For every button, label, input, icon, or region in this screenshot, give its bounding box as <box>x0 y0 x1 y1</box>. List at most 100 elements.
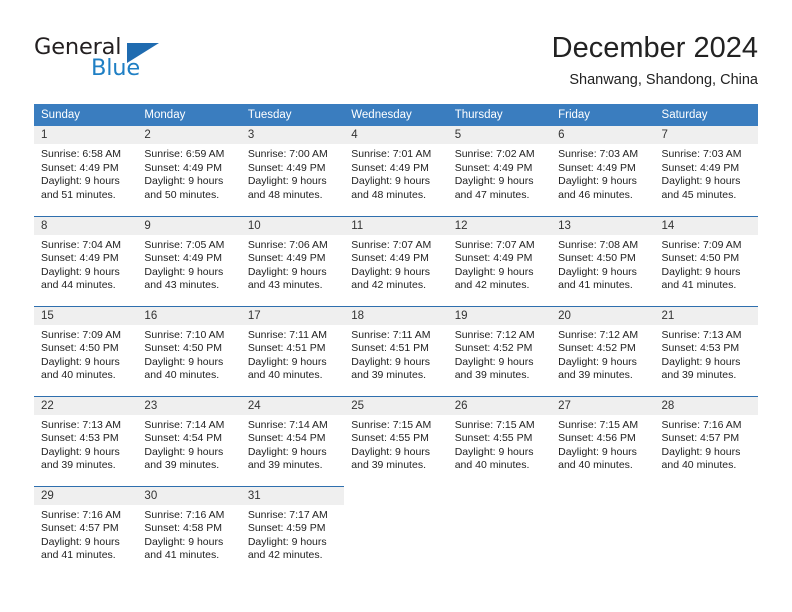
day-sun-info: Sunrise: 7:02 AM Sunset: 4:49 PM Daylight:… <box>448 144 551 202</box>
day-sunset-text: Sunset: 4:49 PM <box>247 252 326 265</box>
calendar-day-cell[interactable]: 21 Sunrise: 7:13 AM Sunset: 4:53 PM Dayligh… <box>654 305 758 396</box>
calendar-day-cell-empty <box>344 486 447 576</box>
day-number: 31 <box>240 486 345 505</box>
day-number: 20 <box>551 306 655 325</box>
day-sunrise-text: Sunrise: 7:03 AM <box>558 148 639 160</box>
calendar-day-cell[interactable]: 1 Sunrise: 6:58 AM Sunset: 4:49 PM Daylight… <box>34 126 138 216</box>
day-daylight-line1-text: Daylight: 9 hours <box>558 445 637 458</box>
calendar-day-cell[interactable]: 9 Sunrise: 7:05 AM Sunset: 4:49 PM Daylight… <box>137 215 241 306</box>
calendar-day-cell[interactable]: 3 Sunrise: 7:00 AM Sunset: 4:49 PM Daylight… <box>240 126 345 216</box>
weekday-header-saturday: Saturday <box>654 104 758 126</box>
day-sunrise-text: Sunrise: 7:15 AM <box>454 418 535 431</box>
day-sunset-text: Sunset: 4:49 PM <box>454 252 533 265</box>
day-sunrise-text: Sunrise: 7:04 AM <box>41 238 121 251</box>
calendar-day-cell[interactable]: 7 Sunrise: 7:03 AM Sunset: 4:49 PM Daylight… <box>654 126 758 216</box>
day-daylight-line2-text: and 41 minutes. <box>144 549 220 562</box>
calendar-day-cell[interactable]: 30 Sunrise: 7:16 AM Sunset: 4:58 PM Dayligh… <box>137 485 241 576</box>
calendar-week-row: 15 Sunrise: 7:09 AM Sunset: 4:50 PM Dayligh… <box>34 305 758 396</box>
day-number: 10 <box>240 216 345 235</box>
calendar-day-cell[interactable]: 29 Sunrise: 7:16 AM Sunset: 4:57 PM Dayligh… <box>34 485 138 576</box>
calendar-day-cell[interactable]: 14 Sunrise: 7:09 AM Sunset: 4:50 PM Dayligh… <box>654 215 758 306</box>
calendar-day-cell[interactable]: 4 Sunrise: 7:01 AM Sunset: 4:49 PM Daylight… <box>344 126 448 216</box>
day-daylight-line2-text: and 40 minutes. <box>558 459 633 472</box>
day-daylight-line2-text: and 40 minutes. <box>41 369 116 382</box>
day-number: 25 <box>344 396 448 415</box>
calendar-day-cell[interactable]: 18 Sunrise: 7:11 AM Sunset: 4:51 PM Dayligh… <box>344 305 448 396</box>
day-daylight-line2-text: and 40 minutes. <box>454 459 530 472</box>
day-daylight-line2-text: and 48 minutes. <box>351 188 426 201</box>
day-sunrise-text: Sunrise: 7:11 AM <box>247 328 328 341</box>
calendar-day-cell[interactable]: 22 Sunrise: 7:13 AM Sunset: 4:53 PM Dayligh… <box>34 395 138 486</box>
weekday-header-sunday: Sunday <box>34 104 138 126</box>
calendar-day-cell[interactable]: 5 Sunrise: 7:02 AM Sunset: 4:49 PM Daylight… <box>447 126 552 216</box>
calendar-day-cell[interactable]: 17 Sunrise: 7:11 AM Sunset: 4:51 PM Dayligh… <box>240 305 345 396</box>
day-sunrise-text: Sunrise: 7:13 AM <box>661 328 742 341</box>
day-sunrise-text: Sunrise: 7:14 AM <box>144 418 225 431</box>
calendar-day-cell[interactable]: 20 Sunrise: 7:12 AM Sunset: 4:52 PM Dayligh… <box>551 305 655 396</box>
day-daylight-line2-text: and 48 minutes. <box>247 188 323 201</box>
calendar-day-cell[interactable]: 15 Sunrise: 7:09 AM Sunset: 4:50 PM Dayligh… <box>34 305 138 396</box>
day-sunset-text: Sunset: 4:50 PM <box>144 342 223 355</box>
day-daylight-line1-text: Daylight: 9 hours <box>351 445 431 458</box>
day-sunset-text: Sunset: 4:49 PM <box>558 161 636 174</box>
day-daylight-line1-text: Daylight: 9 hours <box>661 445 741 458</box>
calendar-day-cell[interactable]: 13 Sunrise: 7:08 AM Sunset: 4:50 PM Dayligh… <box>551 215 655 306</box>
day-sunset-text: Sunset: 4:54 PM <box>247 432 326 445</box>
page-header: General Blue December 2024 Shanwang, Sha… <box>34 30 758 98</box>
day-daylight-line1-text: Daylight: 9 hours <box>351 265 431 278</box>
calendar-day-cell[interactable]: 8 Sunrise: 7:04 AM Sunset: 4:49 PM Daylight… <box>34 215 138 306</box>
day-daylight-line1-text: Daylight: 9 hours <box>454 265 534 278</box>
day-sun-info: Sunrise: 7:15 AM Sunset: 4:56 PM Daylight:… <box>551 415 654 473</box>
calendar-day-cell[interactable]: 26 Sunrise: 7:15 AM Sunset: 4:55 PM Dayligh… <box>447 395 552 486</box>
day-sun-info: Sunrise: 7:17 AM Sunset: 4:59 PM Daylight:… <box>241 505 344 563</box>
day-daylight-line1-text: Daylight: 9 hours <box>454 175 534 188</box>
day-sunrise-text: Sunrise: 7:17 AM <box>247 508 328 521</box>
calendar-day-cell[interactable]: 31 Sunrise: 7:17 AM Sunset: 4:59 PM Dayligh… <box>240 485 345 576</box>
day-daylight-line1-text: Daylight: 9 hours <box>144 265 224 278</box>
day-sunset-text: Sunset: 4:57 PM <box>41 522 119 535</box>
calendar-day-cell[interactable]: 27 Sunrise: 7:15 AM Sunset: 4:56 PM Dayligh… <box>551 395 655 486</box>
day-sunset-text: Sunset: 4:51 PM <box>351 342 429 355</box>
weekday-header-thursday: Thursday <box>447 104 552 126</box>
day-number: 23 <box>137 396 241 415</box>
day-sunrise-text: Sunrise: 7:14 AM <box>247 418 328 431</box>
day-sun-info: Sunrise: 7:14 AM Sunset: 4:54 PM Daylight:… <box>137 415 240 473</box>
day-daylight-line2-text: and 42 minutes. <box>454 279 530 292</box>
calendar-day-cell[interactable]: 28 Sunrise: 7:16 AM Sunset: 4:57 PM Dayligh… <box>654 395 758 486</box>
day-number: 11 <box>344 216 448 235</box>
day-sun-info: Sunrise: 7:11 AM Sunset: 4:51 PM Daylight:… <box>344 325 447 383</box>
day-daylight-line1-text: Daylight: 9 hours <box>247 265 327 278</box>
page-title: December 2024 <box>551 32 758 64</box>
day-sun-info: Sunrise: 7:07 AM Sunset: 4:49 PM Daylight:… <box>448 235 551 293</box>
calendar-day-cell[interactable]: 19 Sunrise: 7:12 AM Sunset: 4:52 PM Dayligh… <box>447 305 552 396</box>
calendar-day-cell[interactable]: 6 Sunrise: 7:03 AM Sunset: 4:49 PM Daylight… <box>551 126 655 216</box>
calendar-day-cell[interactable]: 24 Sunrise: 7:14 AM Sunset: 4:54 PM Dayligh… <box>240 395 345 486</box>
calendar-body: 1 Sunrise: 6:58 AM Sunset: 4:49 PM Daylight… <box>34 126 758 576</box>
calendar-day-cell[interactable]: 23 Sunrise: 7:14 AM Sunset: 4:54 PM Dayligh… <box>137 395 241 486</box>
day-daylight-line2-text: and 39 minutes. <box>558 369 633 382</box>
day-number: 16 <box>137 306 241 325</box>
day-sunset-text: Sunset: 4:53 PM <box>661 342 740 355</box>
day-number: 7 <box>654 126 758 144</box>
day-daylight-line2-text: and 39 minutes. <box>247 459 323 472</box>
day-daylight-line2-text: and 40 minutes. <box>247 369 323 382</box>
title-block: December 2024 Shanwang, Shandong, China <box>552 30 758 91</box>
calendar-day-cell[interactable]: 2 Sunrise: 6:59 AM Sunset: 4:49 PM Daylight… <box>137 126 241 216</box>
calendar-day-cell[interactable]: 25 Sunrise: 7:15 AM Sunset: 4:55 PM Dayligh… <box>344 395 448 486</box>
calendar-day-cell[interactable]: 11 Sunrise: 7:07 AM Sunset: 4:49 PM Dayligh… <box>344 215 448 306</box>
day-daylight-line1-text: Daylight: 9 hours <box>558 355 637 368</box>
brand-logo[interactable]: General Blue <box>34 34 234 90</box>
calendar-day-cell[interactable]: 16 Sunrise: 7:10 AM Sunset: 4:50 PM Dayligh… <box>137 305 241 396</box>
day-sunset-text: Sunset: 4:51 PM <box>247 342 326 355</box>
day-daylight-line1-text: Daylight: 9 hours <box>661 355 741 368</box>
day-sunset-text: Sunset: 4:50 PM <box>558 252 636 265</box>
day-daylight-line1-text: Daylight: 9 hours <box>144 535 224 548</box>
calendar-day-cell[interactable]: 12 Sunrise: 7:07 AM Sunset: 4:49 PM Dayligh… <box>447 215 552 306</box>
day-sun-info: Sunrise: 6:58 AM Sunset: 4:49 PM Daylight:… <box>34 144 137 202</box>
weekday-header-wednesday: Wednesday <box>344 104 448 126</box>
calendar-day-cell[interactable]: 10 Sunrise: 7:06 AM Sunset: 4:49 PM Dayligh… <box>240 215 345 306</box>
day-sun-info: Sunrise: 7:15 AM Sunset: 4:55 PM Daylight:… <box>448 415 551 473</box>
day-sun-info: Sunrise: 7:08 AM Sunset: 4:50 PM Daylight:… <box>551 235 654 293</box>
day-sunrise-text: Sunrise: 7:01 AM <box>351 148 432 160</box>
day-number <box>551 486 654 504</box>
